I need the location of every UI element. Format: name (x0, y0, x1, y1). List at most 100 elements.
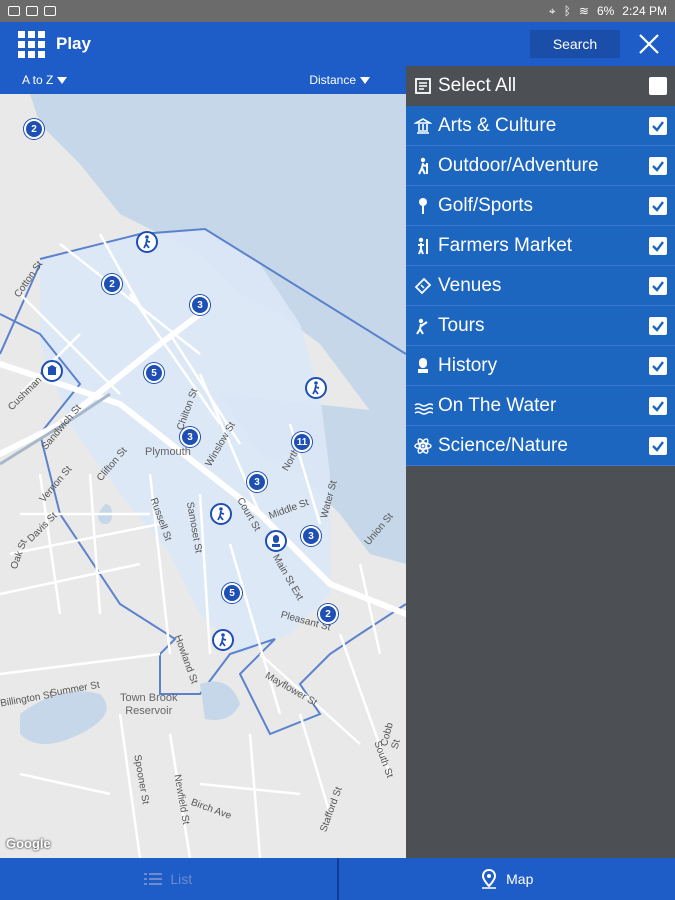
poi-marker-outdoor[interactable] (305, 377, 327, 399)
poi-marker-outdoor[interactable] (212, 629, 234, 651)
checklist-icon (412, 77, 434, 95)
tab-list[interactable]: List (0, 858, 339, 900)
filter-label: Outdoor/Adventure (438, 154, 599, 176)
check-icon (652, 401, 664, 412)
reservoir-label: Town Brook Reservoir (120, 692, 178, 717)
close-icon (639, 34, 659, 54)
chevron-down-icon (57, 76, 68, 84)
check-icon (652, 281, 664, 292)
sort-bar: A to Z Distance (0, 66, 406, 94)
filter-label: Tours (438, 314, 485, 336)
ticket-icon (412, 277, 434, 295)
tab-list-label: List (170, 871, 193, 887)
check-icon (652, 361, 664, 372)
filter-checkbox[interactable] (649, 317, 667, 335)
sort-distance-label: Distance (309, 73, 356, 87)
filter-label: Farmers Market (438, 234, 573, 256)
map-cluster-marker[interactable]: 3 (180, 427, 200, 447)
check-icon (652, 241, 664, 252)
filter-label: Science/Nature (438, 434, 568, 456)
wifi-status-icon: ≋ (578, 4, 589, 18)
poi-marker-venue[interactable] (41, 360, 63, 382)
filter-checkbox[interactable] (649, 237, 667, 255)
history-icon (412, 357, 434, 375)
bag-notification-icon (26, 6, 38, 16)
filter-label: On The Water (438, 394, 557, 416)
hiker-icon (217, 507, 225, 521)
category-filter-panel: Select All Arts & Culture Outdoor/Advent… (406, 66, 675, 858)
map-view[interactable]: Cotton St Cushman St Sandwich St Vernon … (0, 94, 406, 858)
image-notification-icon (8, 6, 20, 16)
filter-label: Golf/Sports (438, 194, 534, 216)
filter-arts-culture[interactable]: Arts & Culture (406, 106, 675, 146)
sort-a-to-z-label: A to Z (22, 73, 54, 87)
close-button[interactable] (636, 30, 662, 58)
filter-checkbox[interactable] (649, 277, 667, 295)
chevron-down-icon (360, 76, 370, 84)
map-cluster-marker[interactable]: 5 (144, 363, 164, 383)
filter-outdoor-adventure[interactable]: Outdoor/Adventure (406, 146, 675, 186)
filter-checkbox[interactable] (649, 437, 667, 455)
notification-icons (8, 6, 56, 16)
map-cluster-marker[interactable]: 5 (222, 583, 242, 603)
filter-checkbox[interactable] (649, 117, 667, 135)
filter-tours[interactable]: Tours (406, 306, 675, 346)
sort-distance[interactable]: Distance (309, 73, 370, 87)
farmers-market-icon (412, 237, 434, 255)
status-time: 2:24 PM (622, 4, 667, 18)
filter-golf-sports[interactable]: Golf/Sports (406, 186, 675, 226)
check-icon (652, 201, 664, 212)
select-all-row[interactable]: Select All (406, 66, 675, 106)
history-icon (272, 535, 280, 547)
tab-map-label: Map (506, 871, 534, 887)
atom-icon (412, 437, 434, 455)
bottom-tab-bar: List Map (0, 858, 675, 900)
water-icon (412, 397, 434, 415)
hiker-icon (412, 157, 434, 175)
check-icon (652, 321, 664, 332)
map-cluster-marker[interactable]: 2 (318, 604, 338, 624)
google-attribution: Google (6, 836, 51, 851)
poi-marker-outdoor[interactable] (210, 503, 232, 525)
filter-label: Venues (438, 274, 502, 296)
filter-history[interactable]: History (406, 346, 675, 386)
tour-guide-icon (412, 317, 434, 335)
filter-checkbox[interactable] (649, 157, 667, 175)
check-icon (652, 441, 664, 452)
list-icon (144, 873, 163, 885)
sort-a-to-z[interactable]: A to Z (22, 73, 68, 87)
map-pin-icon (482, 869, 497, 889)
filter-label: History (438, 354, 498, 376)
filter-label: Arts & Culture (438, 114, 557, 136)
filter-farmers-market[interactable]: Farmers Market (406, 226, 675, 266)
hiker-icon (143, 235, 151, 249)
apps-grid-button[interactable] (16, 29, 46, 59)
map-cluster-marker[interactable]: 2 (102, 274, 122, 294)
filter-venues[interactable]: Venues (406, 266, 675, 306)
poi-marker-outdoor[interactable] (136, 231, 158, 253)
filter-checkbox[interactable] (649, 397, 667, 415)
hiker-icon (219, 633, 227, 647)
filter-checkbox[interactable] (649, 357, 667, 375)
battery-level: 6% (596, 4, 615, 18)
filter-on-the-water[interactable]: On The Water (406, 386, 675, 426)
map-cluster-marker[interactable]: 3 (190, 295, 210, 315)
check-icon (652, 121, 664, 132)
app-bar: Play Search (0, 22, 675, 66)
status-bar: ⌖ ᛒ ≋ 6% 2:24 PM (0, 0, 675, 22)
search-button[interactable]: Search (530, 30, 620, 58)
filter-science-nature[interactable]: Science/Nature (406, 426, 675, 466)
map-cluster-marker[interactable]: 2 (24, 119, 44, 139)
venue-icon (47, 365, 57, 375)
map-cluster-marker[interactable]: 11 (292, 432, 312, 452)
poi-marker-history[interactable] (265, 530, 287, 552)
check-icon (652, 161, 664, 172)
hiker-icon (312, 381, 320, 395)
location-status-icon: ⌖ (548, 3, 556, 18)
map-cluster-marker[interactable]: 3 (247, 472, 267, 492)
filter-checkbox[interactable] (649, 197, 667, 215)
select-all-label: Select All (438, 75, 517, 96)
map-cluster-marker[interactable]: 3 (301, 526, 321, 546)
tab-map[interactable]: Map (338, 858, 675, 900)
select-all-checkbox[interactable] (649, 77, 667, 95)
